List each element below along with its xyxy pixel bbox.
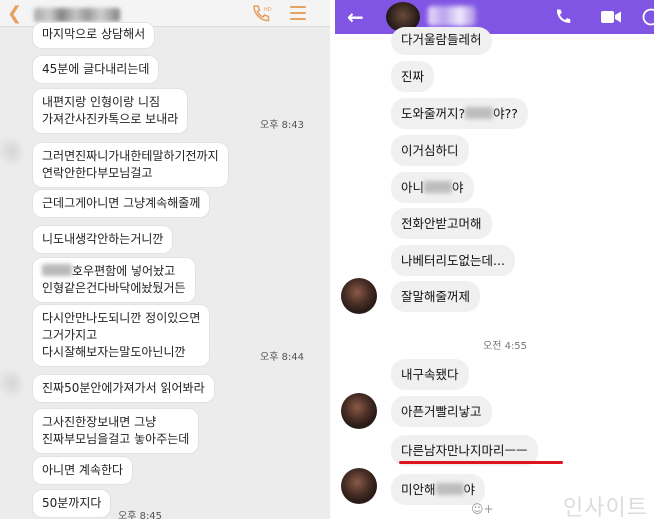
message-bubble: 아픈거빨리낳고 — [391, 396, 492, 427]
contact-name-blurred — [34, 8, 120, 22]
message-bubble: 잘말해줄꺼제 — [391, 281, 481, 312]
message-bubble: 아니면 계속한다 — [33, 457, 133, 484]
avatar[interactable] — [341, 278, 377, 314]
phone-hd-icon[interactable]: HD — [250, 4, 272, 24]
info-icon[interactable] — [642, 8, 654, 26]
contact-name-blurred — [428, 6, 476, 26]
right-chat-header: ← — [335, 0, 654, 34]
svg-text:HD: HD — [264, 7, 272, 13]
message-bubble: 진짜50분안에가져가서 읽어봐라 — [33, 375, 214, 402]
watermark: 인사이트 — [563, 496, 648, 519]
message-bubble: 근데그게아니면 그냥계속해줄께 — [33, 190, 210, 217]
right-chat-panel: ← 다거울람들레허 진짜 도와줄꺼지? 야?? 이거심하디 아니 야 전화안받고머해… — [335, 0, 654, 519]
timestamp: 오전 4:55 — [483, 341, 528, 352]
blurred-text — [465, 107, 494, 119]
message-bubble: 도와줄꺼지? 야?? — [391, 98, 528, 129]
video-icon[interactable] — [601, 10, 621, 24]
message-bubble: 이거심하디 — [391, 135, 469, 166]
avatar[interactable] — [341, 468, 377, 504]
back-arrow-icon[interactable]: ❮ — [7, 3, 22, 24]
menu-icon[interactable] — [290, 6, 306, 21]
message-bubble: 아니 야 — [391, 172, 474, 203]
message-bubble: 그사진한장보내면 그냥 진짜부모님을걸고 놓아주는데 — [33, 409, 199, 453]
message-bubble: 45분에 글다내리는데 — [33, 56, 159, 83]
message-bubble: 다거울람들레허 — [391, 27, 492, 55]
blurred-text — [435, 483, 464, 495]
red-underline — [399, 461, 563, 464]
back-arrow-icon[interactable]: ← — [347, 5, 364, 29]
message-bubble: 진짜 — [391, 61, 435, 92]
message-bubble: 다시안만나도되니깐 정이있으면 그거가지고 다시잘해보자는말도아닌니깐 — [33, 305, 210, 366]
message-bubble: 50분까지다 — [33, 490, 111, 517]
emoji-add-icon[interactable]: ☺+ — [471, 502, 494, 516]
message-bubble: 마지막으로 상담해서 — [33, 23, 155, 48]
timestamp: 오후 8:45 — [118, 511, 163, 519]
blurred-text — [424, 181, 453, 193]
avatar-blurred — [0, 368, 22, 398]
timestamp: 오후 8:44 — [260, 352, 305, 363]
timestamp: 오후 8:43 — [260, 120, 305, 131]
message-bubble: 나베터리도없는데... — [391, 245, 515, 276]
message-bubble: 그러면진짜니가내한테말하기전까지 연락안한다부모님걸고 — [33, 143, 228, 187]
message-bubble: 미안해 야 — [391, 474, 486, 505]
message-bubble: 내편지랑 인형이랑 니짐 가져간사진카톡으로 보내라 — [33, 89, 188, 133]
message-bubble: 호우편함에 넣어놨고 인형같은건다바닥에놨뒀거든 — [33, 258, 195, 302]
avatar[interactable] — [341, 393, 377, 429]
blurred-text — [42, 264, 72, 276]
left-chat-panel: ❮ HD 마지막으로 상담해서 45분에 글다내리는데 내편지랑 인형이랑 니짐… — [0, 0, 330, 519]
message-bubble: 내구속됐다 — [391, 359, 469, 390]
message-bubble: 니도내생각안하는거니깐 — [33, 226, 173, 253]
avatar-blurred — [0, 136, 22, 166]
message-bubble: 전화안받고머해 — [391, 208, 492, 239]
phone-icon[interactable] — [554, 8, 572, 26]
